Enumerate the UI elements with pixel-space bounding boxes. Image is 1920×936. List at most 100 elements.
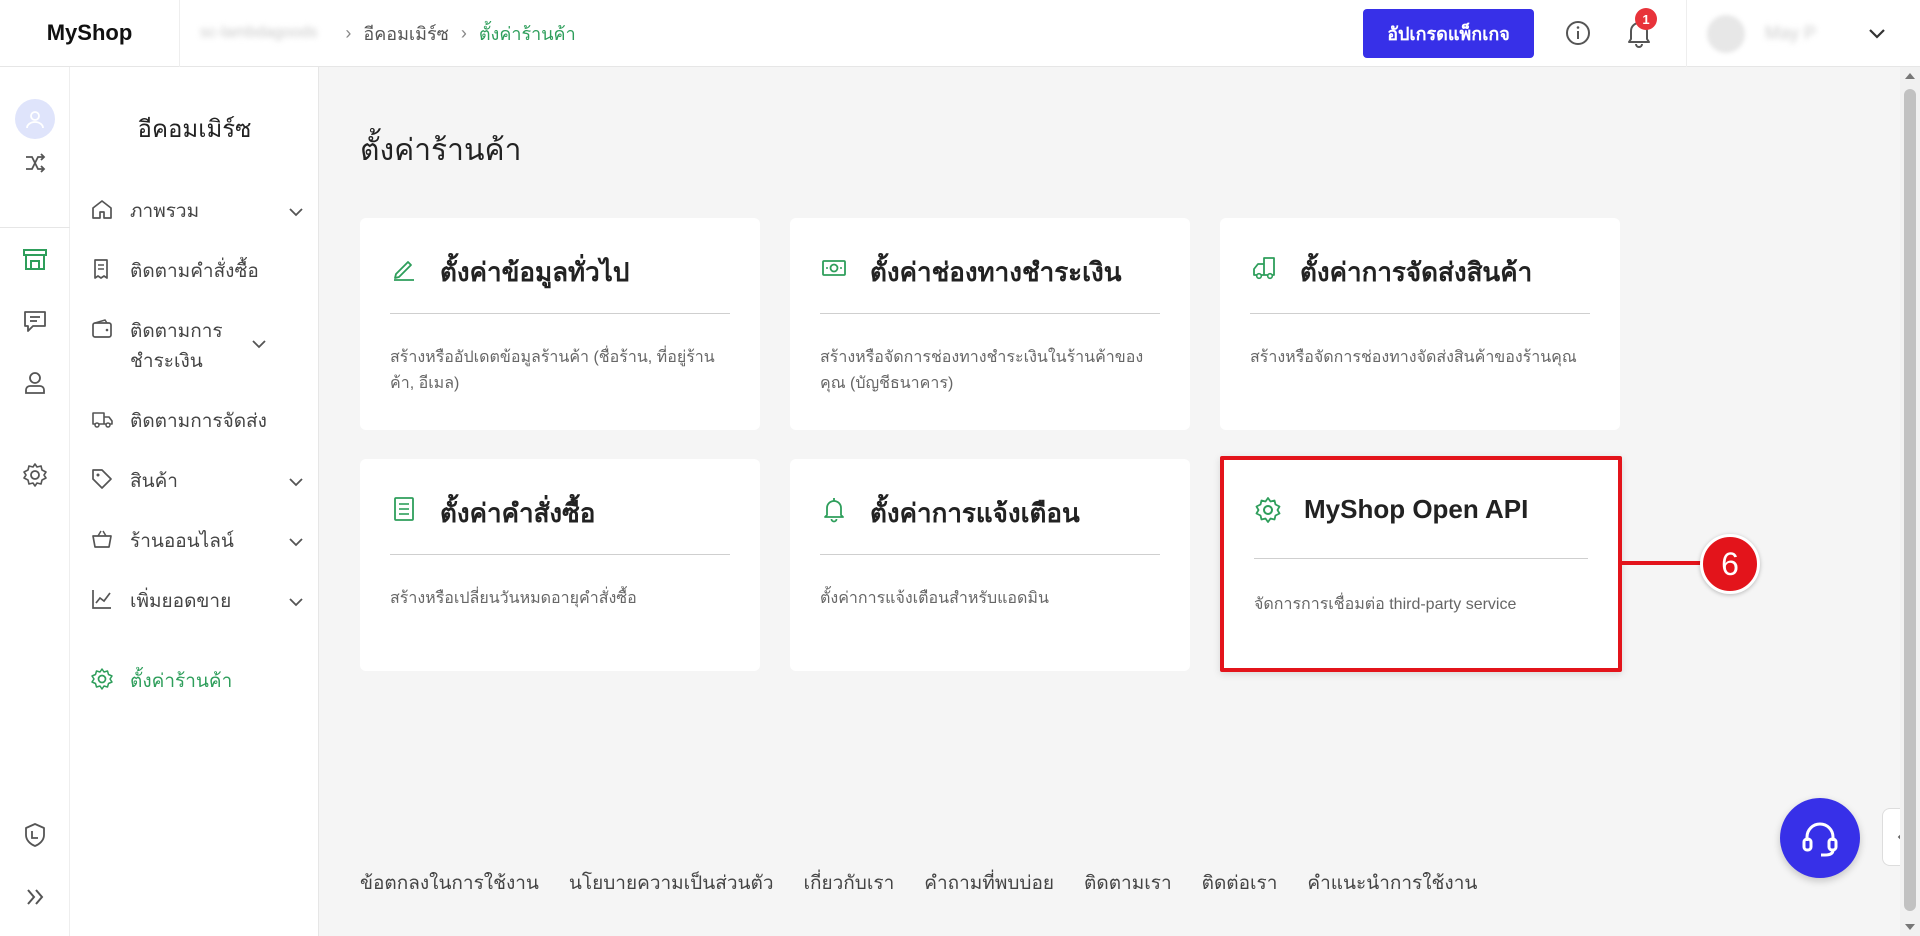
sidebar-item-label: เพิ่มยอดขาย xyxy=(130,591,232,612)
sidebar-item-boost-sales[interactable]: เพิ่มยอดขาย xyxy=(90,587,305,617)
breadcrumb-separator: › xyxy=(345,22,352,43)
card-title: ตั้งค่าการแจ้งเตือน xyxy=(870,498,1080,528)
scroll-up-arrow[interactable] xyxy=(1905,73,1915,79)
sidebar-item-store-settings[interactable]: ตั้งค่าร้านค้า xyxy=(90,667,305,697)
card-open-api[interactable]: MyShop Open API จัดการการเชื่อมต่อ third… xyxy=(1220,456,1622,672)
pencil-icon xyxy=(394,261,414,281)
rail-divider xyxy=(0,227,70,228)
card-order-settings[interactable]: ตั้งค่าคำสั่งซื้อ สร้างหรือเปลี่ยนวันหมด… xyxy=(360,459,760,671)
card-divider xyxy=(820,554,1160,555)
notification-count-badge: 1 xyxy=(1635,8,1657,30)
sidebar-item-label: ติดตามการจัดส่ง xyxy=(130,411,267,432)
user-icon xyxy=(26,111,44,129)
sidebar-item-label: ภาพรวม xyxy=(130,201,200,222)
app-rail xyxy=(0,67,70,936)
page-scrollbar[interactable] xyxy=(1900,67,1920,936)
wallet-icon xyxy=(92,319,112,338)
card-title: MyShop Open API xyxy=(1304,494,1529,524)
card-description: จัดการการเชื่อมต่อ third-party service xyxy=(1254,596,1517,613)
card-title: ตั้งค่าการจัดส่งสินค้า xyxy=(1300,257,1533,287)
card-divider xyxy=(390,313,730,314)
avatar xyxy=(1707,14,1745,53)
sidebar-item-payment-tracking[interactable]: ติดตามการ ชำระเงิน xyxy=(90,317,305,377)
card-general-settings[interactable]: ตั้งค่าข้อมูลทั่วไป สร้างหรืออัปเดตข้อมู… xyxy=(360,218,760,430)
sidebar: อีคอมเมิร์ซ ภาพรวม ติดตามคำสั่งซื้อ ติดต… xyxy=(70,67,319,936)
chat-icon[interactable] xyxy=(21,307,49,335)
store-icon[interactable] xyxy=(21,245,49,273)
basket-icon xyxy=(92,530,112,548)
footer-link-contact[interactable]: ติดต่อเรา xyxy=(1202,868,1278,898)
sidebar-item-label: ร้านออนไลน์ xyxy=(130,531,234,552)
footer-links: ข้อตกลงในการใช้งาน นโยบายความเป็นส่วนตัว… xyxy=(360,868,1507,898)
chevron-down-icon[interactable] xyxy=(287,203,305,221)
footer-link-faq[interactable]: คำถามที่พบบ่อย xyxy=(924,868,1054,898)
truck-icon xyxy=(92,412,113,428)
home-icon xyxy=(92,200,112,219)
callout-connector xyxy=(1621,561,1703,565)
settings-gear-icon[interactable] xyxy=(21,461,49,489)
card-description: สร้างหรือจัดการช่องทางจัดส่งสินค้าของร้า… xyxy=(1250,349,1577,366)
scroll-thumb[interactable] xyxy=(1904,89,1916,911)
card-payment-settings[interactable]: ตั้งค่าช่องทางชำระเงิน สร้างหรือจัดการช่… xyxy=(790,218,1190,430)
sidebar-item-order-tracking[interactable]: ติดตามคำสั่งซื้อ xyxy=(90,257,305,287)
sidebar-item-online-store[interactable]: ร้านออนไลน์ xyxy=(90,527,305,557)
upgrade-package-button[interactable]: อัปเกรดแพ็กเกจ xyxy=(1363,9,1534,58)
breadcrumb-current: ตั้งค่าร้านค้า xyxy=(478,23,576,44)
breadcrumb-shop[interactable]: sc-lambdagoods xyxy=(200,24,317,42)
breadcrumb: sc-lambdagoods › อีคอมเมิร์ซ › ตั้งค่าร้… xyxy=(200,19,576,48)
scroll-down-arrow[interactable] xyxy=(1905,924,1915,930)
sidebar-item-label: สินค้า xyxy=(130,471,178,492)
tag-icon xyxy=(92,469,112,489)
breadcrumb-section[interactable]: อีคอมเมิร์ซ xyxy=(363,19,448,48)
footer-link-about[interactable]: เกี่ยวกับเรา xyxy=(804,868,895,898)
card-divider xyxy=(1254,558,1588,559)
card-divider xyxy=(390,554,730,555)
expand-sidebar-icon[interactable] xyxy=(21,883,49,911)
gear-icon xyxy=(91,668,113,690)
user-name: May P xyxy=(1765,23,1817,43)
list-icon xyxy=(394,497,414,521)
user-menu[interactable]: May P xyxy=(1686,0,1920,67)
info-icon[interactable] xyxy=(1564,19,1592,47)
callout-step-badge: 6 xyxy=(1700,534,1760,594)
headset-icon xyxy=(1802,822,1838,857)
card-description: ตั้งค่าการแจ้งเตือนสำหรับแอดมิน xyxy=(820,590,1049,607)
card-title: ตั้งค่าช่องทางชำระเงิน xyxy=(870,257,1122,287)
app-logo[interactable]: MyShop xyxy=(0,0,180,67)
sidebar-item-label: ติดตามการ ชำระเงิน xyxy=(130,321,223,372)
sidebar-title: อีคอมเมิร์ซ xyxy=(137,116,252,143)
support-chat-button[interactable] xyxy=(1780,798,1860,878)
card-description: สร้างหรือเปลี่ยนวันหมดอายุคำสั่งซื้อ xyxy=(390,590,637,607)
footer-link-privacy[interactable]: นโยบายความเป็นส่วนตัว xyxy=(569,868,774,898)
cash-icon xyxy=(822,260,846,276)
chevron-down-icon[interactable] xyxy=(250,335,268,353)
sidebar-item-shipping-tracking[interactable]: ติดตามการจัดส่ง xyxy=(90,407,305,437)
footer-link-terms[interactable]: ข้อตกลงในการใช้งาน xyxy=(360,868,539,898)
sidebar-item-overview[interactable]: ภาพรวม xyxy=(90,197,305,227)
gear-icon xyxy=(1255,497,1281,523)
card-divider xyxy=(1250,313,1590,314)
sidebar-item-products[interactable]: สินค้า xyxy=(90,467,305,497)
page-title: ตั้งค่าร้านค้า xyxy=(360,134,522,167)
card-description: สร้างหรือจัดการช่องทางชำระเงินในร้านค้าข… xyxy=(820,349,1144,392)
sidebar-item-label: ติดตามคำสั่งซื้อ xyxy=(130,261,259,282)
receipt-icon xyxy=(94,259,108,279)
footer-link-guide[interactable]: คำแนะนำการใช้งาน xyxy=(1307,868,1477,898)
person-icon[interactable] xyxy=(21,369,49,397)
shield-icon[interactable] xyxy=(21,821,49,849)
chevron-down-icon[interactable] xyxy=(1866,22,1888,44)
bell-icon xyxy=(824,498,844,523)
chevron-down-icon[interactable] xyxy=(287,593,305,611)
card-title: ตั้งค่าคำสั่งซื้อ xyxy=(440,498,596,528)
chevron-down-icon[interactable] xyxy=(287,533,305,551)
truck-icon xyxy=(1253,257,1275,280)
card-notification-settings[interactable]: ตั้งค่าการแจ้งเตือน ตั้งค่าการแจ้งเตือนส… xyxy=(790,459,1190,671)
card-shipping-settings[interactable]: ตั้งค่าการจัดส่งสินค้า สร้างหรือจัดการช่… xyxy=(1220,218,1620,430)
card-title: ตั้งค่าข้อมูลทั่วไป xyxy=(440,257,630,287)
chart-icon xyxy=(92,590,111,609)
shuffle-icon[interactable] xyxy=(21,149,49,177)
footer-link-follow[interactable]: ติดตามเรา xyxy=(1084,868,1172,898)
chevron-down-icon[interactable] xyxy=(287,473,305,491)
profile-avatar[interactable] xyxy=(15,99,55,139)
card-description: สร้างหรืออัปเดตข้อมูลร้านค้า (ชื่อร้าน, … xyxy=(390,349,715,392)
